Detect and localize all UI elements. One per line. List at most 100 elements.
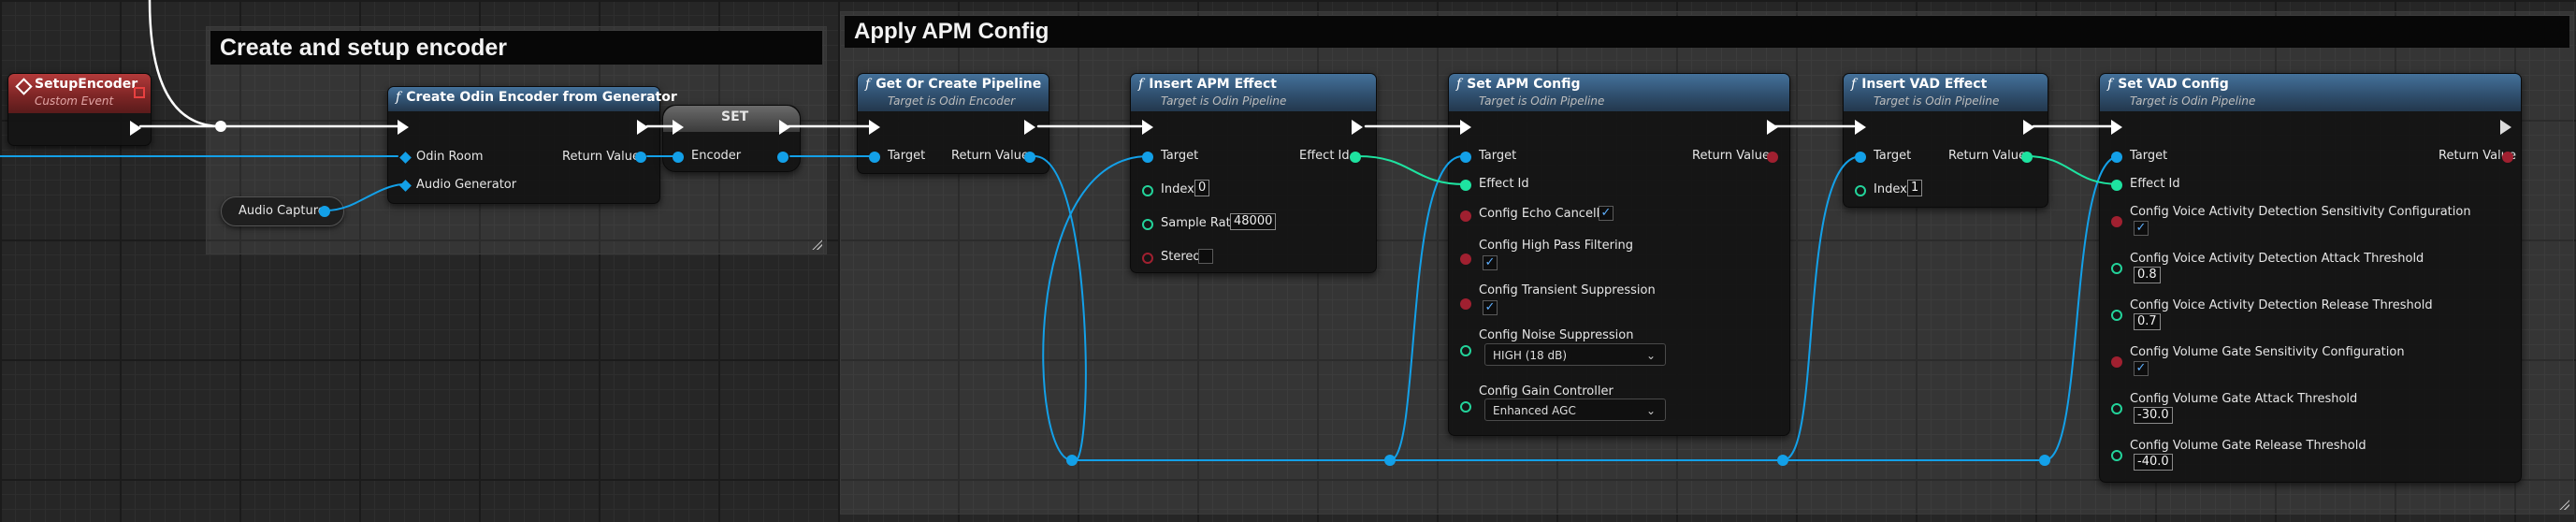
gate-attack-field[interactable]: -30.0 — [2134, 407, 2173, 424]
pin-label: Odin Room — [416, 150, 484, 164]
return-value-pin[interactable] — [2021, 152, 2033, 163]
gate-sensitivity-checkbox[interactable]: ✓ — [2134, 361, 2149, 376]
gate-attack-pin[interactable] — [2111, 403, 2122, 414]
transient-suppression-checkbox[interactable]: ✓ — [1483, 300, 1498, 315]
return-value-pin[interactable] — [1024, 152, 1035, 163]
exec-out-pin[interactable] — [2500, 120, 2511, 135]
index-field[interactable]: 1 — [1907, 180, 1923, 196]
echo-canceller-pin[interactable] — [1460, 210, 1471, 222]
node-title: f Set APM Config — [1456, 77, 1581, 92]
effect-id-pin[interactable] — [2111, 180, 2122, 191]
vad-attack-field[interactable]: 0.8 — [2134, 267, 2161, 283]
set-variable-node[interactable]: SET Encoder — [662, 105, 801, 172]
sample-rate-field[interactable]: 48000 — [1230, 213, 1277, 230]
vad-release-pin[interactable] — [2111, 310, 2122, 321]
sample-rate-pin[interactable] — [1142, 219, 1153, 230]
encoder-out-pin[interactable] — [777, 152, 789, 163]
stereo-pin[interactable] — [1142, 253, 1153, 264]
function-icon: f — [396, 90, 401, 105]
return-value-pin[interactable] — [635, 152, 646, 163]
create-encoder-node[interactable]: f Create Odin Encoder from Generator Odin… — [387, 86, 677, 204]
vad-attack-pin[interactable] — [2111, 263, 2122, 274]
effect-id-out-pin[interactable] — [1350, 152, 1361, 163]
encoder-in-pin[interactable] — [673, 152, 684, 163]
gain-controller-dropdown[interactable]: Enhanced AGC ⌄ — [1484, 399, 1666, 421]
pin-label: Effect Id — [1479, 177, 1529, 191]
node-subtitle: Target is Odin Pipeline — [1479, 94, 1605, 108]
stereo-checkbox[interactable] — [1198, 249, 1213, 264]
gate-sensitivity-pin[interactable] — [2111, 356, 2122, 368]
delegate-pin-icon[interactable] — [134, 87, 145, 98]
audio-generator-pin[interactable] — [399, 180, 412, 192]
event-diamond-icon — [15, 78, 33, 95]
exec-out-pin[interactable] — [1024, 120, 1035, 135]
pin-label: Sample Rate — [1161, 216, 1238, 230]
reroute-node[interactable] — [1777, 455, 1788, 466]
variable-label: Audio Capture — [239, 204, 326, 218]
custom-event-node[interactable]: SetupEncoder Custom Event — [7, 73, 152, 146]
get-or-create-pipeline-node[interactable]: f Get Or Create Pipeline Target is Odin E… — [857, 73, 1049, 174]
gain-controller-pin[interactable] — [1460, 401, 1471, 413]
pin-label: Return Value — [562, 150, 640, 164]
target-pin[interactable] — [1142, 152, 1153, 163]
function-icon: f — [2107, 77, 2113, 92]
exec-in-pin[interactable] — [869, 120, 880, 135]
exec-in-pin[interactable] — [1855, 120, 1866, 135]
exec-out-pin[interactable] — [2023, 120, 2034, 135]
effect-id-pin[interactable] — [1460, 180, 1471, 191]
index-pin[interactable] — [1855, 185, 1866, 196]
node-subtitle: Target is Odin Encoder — [888, 94, 1016, 108]
node-subtitle: Target is Odin Pipeline — [2130, 94, 2256, 108]
exec-in-pin[interactable] — [1460, 120, 1471, 135]
reroute-node[interactable] — [1066, 455, 1078, 466]
pin-label: Index — [1161, 182, 1194, 196]
audio-capture-out-pin[interactable] — [319, 206, 330, 217]
return-value-pin[interactable] — [2502, 152, 2513, 163]
node-title: f Insert APM Effect — [1138, 77, 1277, 92]
exec-out-pin[interactable] — [637, 120, 648, 135]
noise-suppression-dropdown[interactable]: HIGH (18 dB) ⌄ — [1484, 343, 1666, 366]
pin-label: Stereo — [1161, 250, 1201, 264]
insert-apm-effect-node[interactable]: f Insert APM Effect Target is Odin Pipeli… — [1130, 73, 1377, 273]
exec-out-pin[interactable] — [1767, 120, 1778, 135]
exec-in-pin[interactable] — [398, 120, 409, 135]
gate-release-field[interactable]: -40.0 — [2134, 454, 2173, 471]
noise-suppression-pin[interactable] — [1460, 345, 1471, 356]
high-pass-pin[interactable] — [1460, 254, 1471, 265]
gate-release-pin[interactable] — [2111, 450, 2122, 461]
function-icon: f — [1138, 77, 1144, 92]
exec-out-pin[interactable] — [130, 121, 141, 136]
transient-suppression-pin[interactable] — [1460, 298, 1471, 310]
exec-in-pin[interactable] — [2111, 120, 2122, 135]
exec-out-pin[interactable] — [779, 120, 790, 135]
resize-grip-icon[interactable] — [2558, 499, 2569, 510]
set-apm-config-node[interactable]: f Set APM Config Target is Odin Pipeline … — [1448, 73, 1790, 436]
pin-label: Config Voice Activity Detection Release … — [2130, 298, 2433, 312]
vad-release-field[interactable]: 0.7 — [2134, 313, 2161, 330]
exec-out-pin[interactable] — [1352, 120, 1363, 135]
set-vad-config-node[interactable]: f Set VAD Config Target is Odin Pipeline … — [2099, 73, 2522, 483]
insert-vad-effect-node[interactable]: f Insert VAD Effect Target is Odin Pipeli… — [1843, 73, 2048, 208]
audio-capture-variable[interactable]: Audio Capture — [221, 196, 344, 226]
odin-room-pin[interactable] — [399, 152, 412, 164]
target-pin[interactable] — [1460, 152, 1471, 163]
vad-sensitivity-checkbox[interactable]: ✓ — [2134, 221, 2149, 236]
resize-grip-icon[interactable] — [811, 239, 822, 250]
exec-in-pin[interactable] — [673, 120, 684, 135]
target-pin[interactable] — [2111, 152, 2122, 163]
index-pin[interactable] — [1142, 185, 1153, 196]
pin-label: Return Value — [951, 149, 1029, 163]
return-value-pin[interactable] — [1767, 152, 1778, 163]
exec-reroute-node[interactable] — [215, 121, 226, 132]
index-field[interactable]: 0 — [1194, 180, 1210, 196]
target-pin[interactable] — [1855, 152, 1866, 163]
reroute-node[interactable] — [2039, 455, 2050, 466]
target-pin[interactable] — [869, 152, 880, 163]
pin-label: Audio Generator — [416, 178, 517, 192]
exec-in-pin[interactable] — [1142, 120, 1153, 135]
echo-canceller-checkbox[interactable]: ✓ — [1599, 206, 1614, 221]
vad-sensitivity-pin[interactable] — [2111, 216, 2122, 227]
pin-label: Return Value — [1692, 149, 1770, 163]
reroute-node[interactable] — [1384, 455, 1396, 466]
high-pass-checkbox[interactable]: ✓ — [1483, 255, 1498, 270]
